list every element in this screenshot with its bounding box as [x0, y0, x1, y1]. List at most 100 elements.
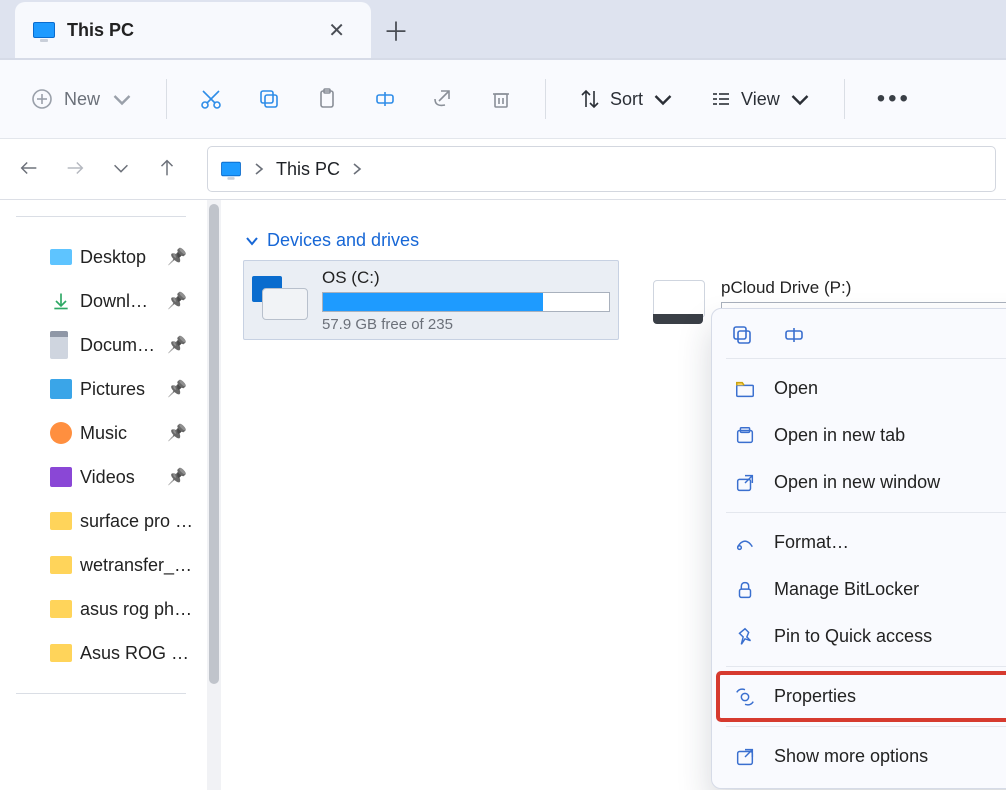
menu-separator: [726, 358, 1006, 359]
pin-icon: 📌: [167, 423, 195, 443]
menu-item-label: Show more options: [774, 746, 1006, 767]
menu-item-properties[interactable]: PropertiesAlt+Enter: [718, 673, 1006, 720]
sidebar-item-documents[interactable]: Documents📌: [0, 323, 207, 367]
sidebar-item-asus-rog-phone[interactable]: asus rog phone: [0, 587, 207, 631]
new-button[interactable]: New: [18, 78, 146, 120]
rename-action[interactable]: [782, 323, 806, 350]
this-pc-icon: [33, 22, 55, 38]
plus-icon: ＋: [383, 12, 409, 49]
nav-row: This PC: [0, 139, 1006, 200]
sort-icon: [578, 87, 602, 111]
breadcrumb-text: This PC: [276, 159, 340, 180]
pin-icon: 📌: [167, 335, 195, 355]
scrollbar-thumb[interactable]: [209, 204, 219, 684]
chevron-right-icon: [352, 162, 362, 176]
context-menu-iconbar: [718, 317, 1006, 352]
menu-item-label: Open: [774, 378, 1006, 399]
view-button[interactable]: View: [697, 78, 824, 120]
tab-this-pc[interactable]: This PC ✕: [15, 2, 371, 58]
menu-item-open-in-new-window[interactable]: Open in new window: [718, 459, 1006, 506]
forward-button[interactable]: [64, 157, 86, 182]
pin-icon: [732, 626, 758, 648]
separator: [844, 79, 845, 119]
recent-button[interactable]: [110, 157, 132, 182]
tab-bar: This PC ✕ ＋: [0, 0, 1006, 60]
sidebar-item-asus-rog-phon[interactable]: Asus ROG Phon: [0, 631, 207, 675]
chevron-down-icon: [245, 234, 259, 248]
content-area: Devices and drives OS (C:) 57.9 GB free …: [207, 200, 1006, 790]
pin-icon: 📌: [167, 467, 195, 487]
pin-icon: 📌: [167, 291, 195, 311]
view-icon: [709, 87, 733, 111]
fld-icon: [50, 600, 72, 618]
sidebar-item-surface-pro-9-pr[interactable]: surface pro 9 pr: [0, 499, 207, 543]
menu-item-open[interactable]: OpenEnter: [718, 365, 1006, 412]
lock-icon: [732, 579, 758, 601]
main-area: Desktop📌Downloads📌Documents📌Pictures📌Mus…: [0, 200, 1006, 790]
copy-icon: [257, 87, 281, 111]
more-icon: [732, 746, 758, 768]
trash-icon: [489, 87, 513, 111]
scrollbar[interactable]: [207, 200, 221, 790]
paste-button[interactable]: [303, 78, 351, 120]
breadcrumb-bar[interactable]: This PC: [207, 146, 996, 192]
more-button[interactable]: •••: [865, 78, 923, 120]
copy-icon: [730, 323, 754, 347]
sidebar: Desktop📌Downloads📌Documents📌Pictures📌Mus…: [0, 200, 207, 790]
drive-space-bar: [322, 292, 610, 312]
copy-action[interactable]: [730, 323, 754, 350]
scissors-icon: [199, 87, 223, 111]
menu-separator: [726, 512, 1006, 513]
menu-item-open-in-new-tab[interactable]: Open in new tab: [718, 412, 1006, 459]
sidebar-item-desktop[interactable]: Desktop📌: [0, 235, 207, 279]
new-label: New: [64, 89, 100, 110]
sidebar-item-pictures[interactable]: Pictures📌: [0, 367, 207, 411]
menu-item-label: Pin to Quick access: [774, 626, 1006, 647]
menu-item-label: Format…: [774, 532, 1006, 553]
copy-button[interactable]: [245, 78, 293, 120]
tab-title: This PC: [67, 20, 134, 41]
group-header-devices[interactable]: Devices and drives: [245, 230, 419, 251]
separator: [545, 79, 546, 119]
up-button[interactable]: [156, 157, 178, 182]
props-icon: [732, 686, 758, 708]
divider: [16, 216, 186, 217]
delete-button[interactable]: [477, 78, 525, 120]
fld-icon: [50, 512, 72, 530]
sidebar-item-music[interactable]: Music📌: [0, 411, 207, 455]
menu-item-label: Properties: [774, 686, 1006, 707]
menu-item-pin-to-quick-access[interactable]: Pin to Quick access: [718, 613, 1006, 660]
cut-button[interactable]: [187, 78, 235, 120]
menu-item-label: Open in new tab: [774, 425, 1006, 446]
menu-item-format-[interactable]: Format…: [718, 519, 1006, 566]
rename-button[interactable]: [361, 78, 409, 120]
chevron-down-icon: [788, 87, 812, 111]
drive-os-c[interactable]: OS (C:) 57.9 GB free of 235: [243, 260, 619, 340]
share-button[interactable]: [419, 78, 467, 120]
drive-subtitle: 57.9 GB free of 235: [322, 316, 610, 333]
menu-item-label: Open in new window: [774, 472, 1006, 493]
chevron-down-icon: [651, 87, 675, 111]
pic-icon: [50, 379, 72, 399]
fld-icon: [50, 556, 72, 574]
chevron-right-icon: [254, 162, 264, 176]
menu-item-show-more-options[interactable]: Show more optionsShift+F10: [718, 733, 1006, 780]
new-tab-button[interactable]: ＋: [371, 2, 421, 58]
back-button[interactable]: [18, 157, 40, 182]
down-icon: [50, 290, 72, 312]
format-icon: [732, 532, 758, 554]
drive-title: pCloud Drive (P:): [721, 278, 1006, 298]
sidebar-item-downloads[interactable]: Downloads📌: [0, 279, 207, 323]
group-header-label: Devices and drives: [267, 230, 419, 251]
menu-item-manage-bitlocker[interactable]: Manage BitLocker: [718, 566, 1006, 613]
sort-button[interactable]: Sort: [566, 78, 687, 120]
pin-icon: 📌: [167, 247, 195, 267]
close-tab-icon[interactable]: ✕: [320, 10, 353, 51]
sidebar-item-videos[interactable]: Videos📌: [0, 455, 207, 499]
sidebar-item-wetransfer-ces-2[interactable]: wetransfer_ces-2: [0, 543, 207, 587]
drive-title: OS (C:): [322, 268, 610, 288]
clipboard-icon: [315, 87, 339, 111]
drive-icon: [252, 276, 310, 324]
pin-icon: 📌: [167, 379, 195, 399]
view-label: View: [741, 89, 780, 110]
